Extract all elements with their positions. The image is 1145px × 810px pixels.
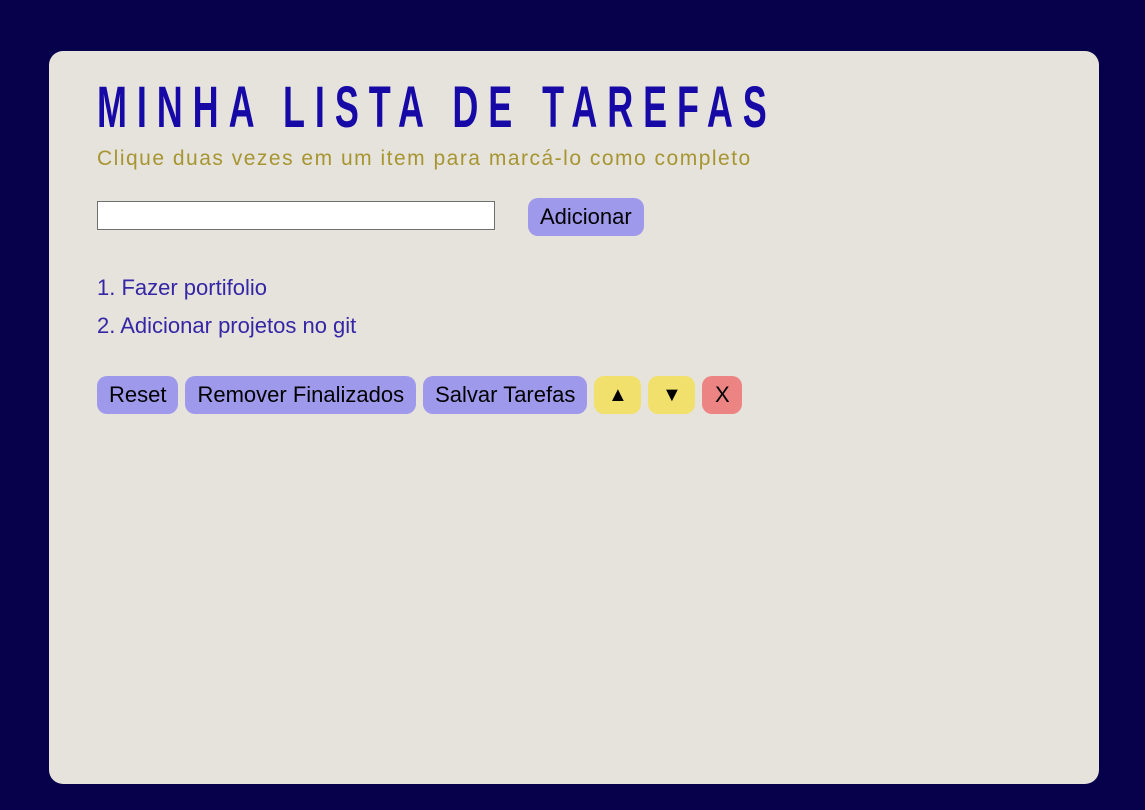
task-item[interactable]: 1. Fazer portifolio <box>97 269 356 307</box>
add-button[interactable]: Adicionar <box>528 198 644 236</box>
task-list: 1. Fazer portifolio 2. Adicionar projeto… <box>97 269 356 345</box>
page-title: MINHA LISTA DE TAREFAS <box>97 75 777 140</box>
move-down-button[interactable]: ▼ <box>648 376 696 414</box>
delete-button[interactable]: X <box>702 376 743 414</box>
task-input[interactable] <box>97 201 495 230</box>
remove-finished-button[interactable]: Remover Finalizados <box>185 376 417 414</box>
arrow-up-icon: ▲ <box>607 384 628 406</box>
task-item[interactable]: 2. Adicionar projetos no git <box>97 307 356 345</box>
page-subtitle: Clique duas vezes em um item para marcá-… <box>97 147 752 170</box>
reset-button[interactable]: Reset <box>97 376 179 414</box>
todo-card: MINHA LISTA DE TAREFAS Clique duas vezes… <box>49 51 1099 784</box>
action-toolbar: Reset Remover Finalizados Salvar Tarefas… <box>97 376 743 414</box>
arrow-down-icon: ▼ <box>661 384 682 406</box>
save-tasks-button[interactable]: Salvar Tarefas <box>423 376 588 414</box>
move-up-button[interactable]: ▲ <box>594 376 642 414</box>
